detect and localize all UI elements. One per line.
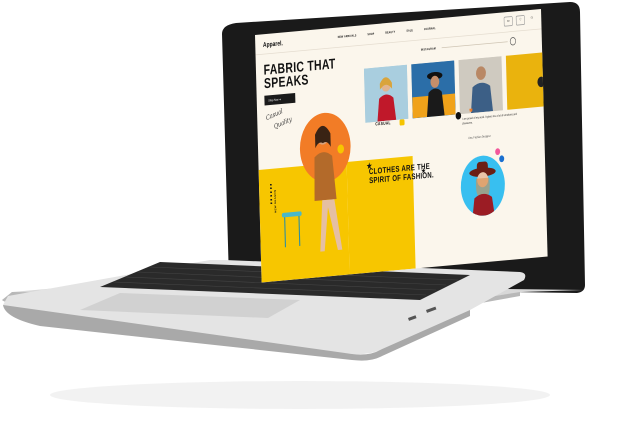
laptop-shadow <box>50 381 550 409</box>
card-category-label: CASUAL <box>375 121 391 128</box>
bomb-icon <box>455 111 462 120</box>
shop-now-button[interactable]: Shop Now ➔ <box>264 93 296 106</box>
nav-item-beauty[interactable]: BEAUTY <box>385 30 395 35</box>
cart-icon[interactable]: ▭ <box>503 16 513 27</box>
instagram-icon[interactable] <box>509 36 517 46</box>
side-label: NEW SEASON <box>273 189 277 214</box>
pink-dot <box>495 148 501 156</box>
product-card-2[interactable] <box>411 60 456 119</box>
nav-item-new-arrivals[interactable]: NEW ARRIVALS <box>338 33 357 38</box>
product-card-3[interactable] <box>458 56 503 115</box>
woman-red-photo <box>363 64 409 123</box>
nav-item-journal[interactable]: JOURNAL <box>424 26 436 31</box>
laptop-mockup: Apparel. NEW ARRIVALS SHOP BEAUTY SALE J… <box>0 0 619 440</box>
hero-title: FABRIC THAT SPEAKS <box>263 56 336 93</box>
testimonial-author: Ana, Fashion Designer <box>468 133 491 140</box>
card-badge <box>399 119 405 126</box>
designer-photo <box>460 153 506 218</box>
instagram-label: INSTAGRAM <box>420 46 436 52</box>
model-photo <box>314 125 345 252</box>
wishlist-icon[interactable]: ♡ <box>515 15 525 26</box>
nav-item-shop[interactable]: SHOP <box>367 32 374 36</box>
man-denim-photo <box>458 56 503 115</box>
product-card-1[interactable] <box>363 64 409 123</box>
nav-links: NEW ARRIVALS SHOP BEAUTY SALE JOURNAL <box>338 26 436 39</box>
user-icon[interactable]: ⚇ <box>528 14 536 23</box>
site-logo[interactable]: Apparel. <box>263 39 283 48</box>
blue-dot <box>499 155 505 163</box>
nav-item-sale[interactable]: SALE <box>406 28 413 32</box>
website-page: Apparel. NEW ARRIVALS SHOP BEAUTY SALE J… <box>255 9 548 283</box>
instagram-divider <box>441 41 508 49</box>
nav-icons: ▭ ♡ ⚇ <box>503 14 536 27</box>
woman-hat-photo <box>411 60 456 119</box>
laptop-screen: Apparel. NEW ARRIVALS SHOP BEAUTY SALE J… <box>255 9 548 283</box>
